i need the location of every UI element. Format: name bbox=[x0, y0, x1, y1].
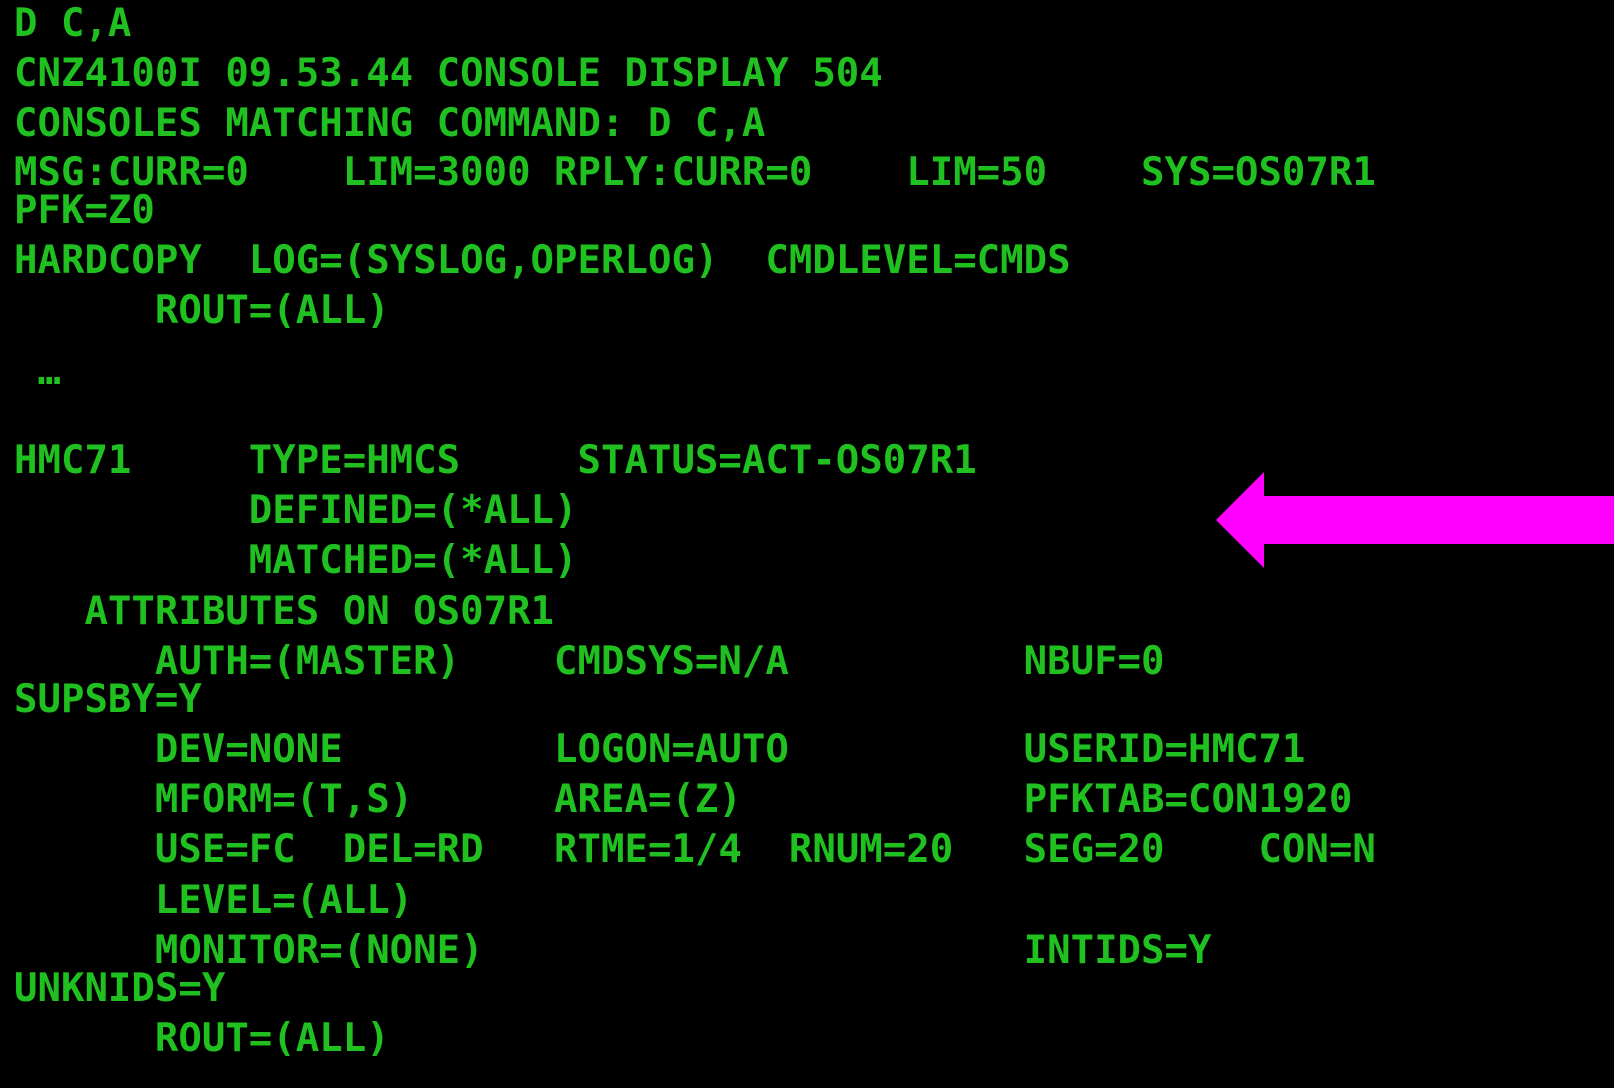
console-line-attributes: ATTRIBUTES ON OS07R1 bbox=[14, 589, 555, 634]
console-line-msg-limits: MSG:CURR=0 LIM=3000 RPLY:CURR=0 LIM=50 S… bbox=[14, 150, 1376, 195]
console-line-pfk: PFK=Z0 bbox=[14, 188, 155, 233]
left-arrow-icon bbox=[1216, 472, 1614, 568]
console-line-dev: DEV=NONE LOGON=AUTO USERID=HMC71 bbox=[14, 727, 1306, 772]
console-screen: D C,A CNZ4100I 09.53.44 CONSOLE DISPLAY … bbox=[0, 0, 1614, 1088]
console-line-hardcopy: HARDCOPY LOG=(SYSLOG,OPERLOG) CMDLEVEL=C… bbox=[14, 238, 1071, 283]
console-line-matched: MATCHED=(*ALL) bbox=[14, 538, 578, 583]
left-arrow-shape bbox=[1216, 472, 1614, 568]
console-line-unknids: UNKNIDS=Y bbox=[14, 966, 226, 1011]
console-line-hardcopy-rout: ROUT=(ALL) bbox=[14, 288, 390, 333]
console-line-matching: CONSOLES MATCHING COMMAND: D C,A bbox=[14, 101, 766, 146]
console-line-command: D C,A bbox=[14, 1, 132, 46]
console-line-hmc71-type: HMC71 TYPE=HMCS STATUS=ACT-OS07R1 bbox=[14, 438, 977, 483]
console-line-defined: DEFINED=(*ALL) bbox=[14, 488, 578, 533]
console-line-ellipsis: … bbox=[14, 349, 61, 394]
console-line-rout: ROUT=(ALL) bbox=[14, 1016, 390, 1061]
console-line-mform: MFORM=(T,S) AREA=(Z) PFKTAB=CON1920 bbox=[14, 777, 1353, 822]
console-line-display-header: CNZ4100I 09.53.44 CONSOLE DISPLAY 504 bbox=[14, 51, 883, 96]
console-line-use: USE=FC DEL=RD RTME=1/4 RNUM=20 SEG=20 CO… bbox=[14, 827, 1376, 872]
console-line-level: LEVEL=(ALL) bbox=[14, 878, 414, 923]
console-line-supsby: SUPSBY=Y bbox=[14, 677, 202, 722]
